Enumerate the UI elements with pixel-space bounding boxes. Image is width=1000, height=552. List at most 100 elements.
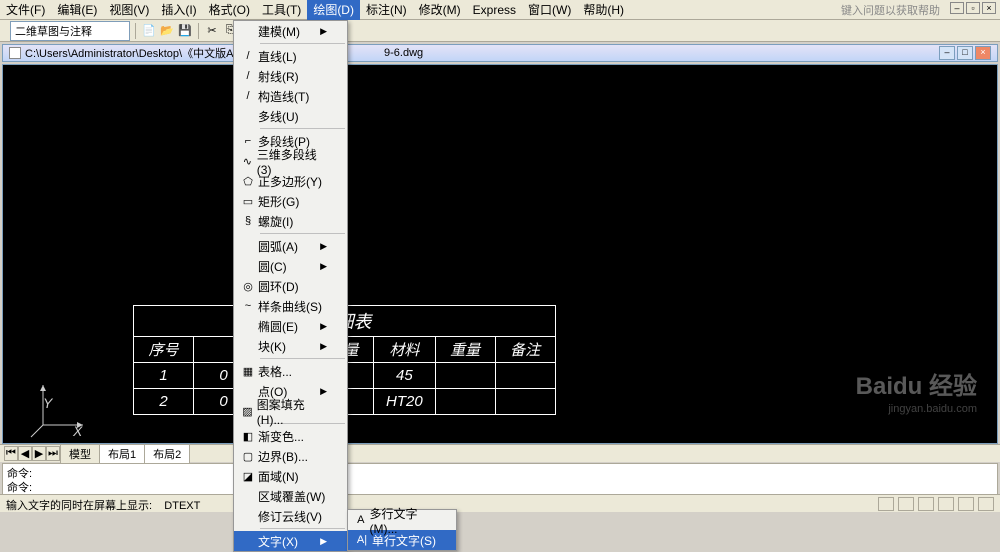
draw-menu-dropdown: 建模(M)▶/直线(L)/射线(R)/构造线(T)多线(U)⌐多段线(P)∿三维… bbox=[233, 20, 348, 552]
submenu-dtext[interactable]: A| 单行文字(S) bbox=[348, 530, 456, 550]
menu-file[interactable]: 文件(F) bbox=[0, 0, 51, 20]
draw-menu-item[interactable]: ◪面域(N) bbox=[234, 466, 347, 486]
menu-item-icon: / bbox=[238, 70, 258, 82]
draw-menu-item[interactable]: §螺旋(I) bbox=[234, 211, 347, 231]
doc-minimize-button[interactable]: – bbox=[939, 46, 955, 60]
submenu-arrow-icon: ▶ bbox=[320, 536, 327, 547]
menu-item-icon: § bbox=[238, 215, 258, 227]
window-controls: – ▫ × bbox=[950, 2, 996, 14]
menu-window[interactable]: 窗口(W) bbox=[522, 0, 577, 20]
doc-close-button[interactable]: × bbox=[975, 46, 991, 60]
draw-menu-item[interactable]: ◧渐变色... bbox=[234, 426, 347, 446]
menu-insert[interactable]: 插入(I) bbox=[155, 0, 202, 20]
menu-tools[interactable]: 工具(T) bbox=[256, 0, 307, 20]
status-toggles bbox=[878, 497, 994, 510]
draw-menu-item[interactable]: 椭圆(E)▶ bbox=[234, 316, 347, 336]
tab-layout1[interactable]: 布局1 bbox=[99, 444, 145, 464]
save-icon[interactable]: 💾 bbox=[177, 23, 193, 39]
watermark: Baidu 经验 bbox=[856, 366, 977, 401]
polar-toggle[interactable] bbox=[938, 497, 954, 511]
draw-menu-item[interactable]: ⬠正多边形(Y) bbox=[234, 171, 347, 191]
draw-menu-item[interactable]: /射线(R) bbox=[234, 66, 347, 86]
draw-menu-item[interactable]: ◎圆环(D) bbox=[234, 276, 347, 296]
menu-view[interactable]: 视图(V) bbox=[103, 0, 155, 20]
restore-button[interactable]: ▫ bbox=[966, 2, 980, 14]
tab-last-button[interactable]: ⏭ bbox=[46, 446, 60, 461]
document-path: C:\Users\Administrator\Desktop\《中文版AutoC… bbox=[25, 45, 264, 61]
document-titlebar: C:\Users\Administrator\Desktop\《中文版AutoC… bbox=[2, 44, 998, 62]
tab-first-button[interactable]: ⏮ bbox=[4, 446, 18, 461]
menu-edit[interactable]: 编辑(E) bbox=[51, 0, 103, 20]
draw-menu-item[interactable]: ▢边界(B)... bbox=[234, 446, 347, 466]
menu-item-icon: ▨ bbox=[238, 405, 257, 418]
menu-item-icon: / bbox=[238, 50, 258, 62]
cmd-line: 命令: bbox=[7, 465, 993, 479]
menu-item-icon: ∿ bbox=[238, 155, 257, 168]
mtext-icon: A bbox=[352, 514, 370, 526]
tab-prev-button[interactable]: ◀ bbox=[18, 446, 32, 461]
help-search[interactable]: 键入问题以获取帮助 bbox=[841, 2, 940, 18]
minimize-button[interactable]: – bbox=[950, 2, 964, 14]
menu-item-icon: ◧ bbox=[238, 430, 258, 443]
document-icon bbox=[9, 47, 21, 59]
menu-help[interactable]: 帮助(H) bbox=[577, 0, 630, 20]
tab-layout2[interactable]: 布局2 bbox=[144, 444, 190, 464]
close-button[interactable]: × bbox=[982, 2, 996, 14]
menu-dimension[interactable]: 标注(N) bbox=[360, 0, 413, 20]
menu-item-icon: ▢ bbox=[238, 450, 258, 463]
open-icon[interactable]: 📂 bbox=[159, 23, 175, 39]
otrack-toggle[interactable] bbox=[978, 497, 994, 511]
workspace-selector[interactable]: 二维草图与注释 bbox=[10, 21, 130, 41]
status-text: 输入文字的同时在屏幕上显示: DTEXT bbox=[6, 497, 200, 510]
tab-model[interactable]: 模型 bbox=[60, 444, 100, 464]
doc-maximize-button[interactable]: □ bbox=[957, 46, 973, 60]
draw-menu-item[interactable]: ▭矩形(G) bbox=[234, 191, 347, 211]
draw-menu-item[interactable]: 区域覆盖(W) bbox=[234, 486, 347, 506]
submenu-arrow-icon: ▶ bbox=[320, 321, 327, 332]
submenu-arrow-icon: ▶ bbox=[320, 26, 327, 37]
draw-menu-item[interactable]: ∿三维多段线(3) bbox=[234, 151, 347, 171]
draw-menu-item[interactable]: /构造线(T) bbox=[234, 86, 347, 106]
menu-item-icon: ~ bbox=[238, 300, 258, 312]
submenu-mtext[interactable]: A 多行文字(M)... bbox=[348, 510, 456, 530]
draw-menu-item[interactable]: 修订云线(V) bbox=[234, 506, 347, 526]
menu-item-icon: ◪ bbox=[238, 470, 258, 483]
draw-menu-item[interactable]: ▨图案填充(H)... bbox=[234, 401, 347, 421]
menu-item-icon: ◎ bbox=[238, 280, 258, 293]
menu-modify[interactable]: 修改(M) bbox=[413, 0, 467, 20]
osnap-toggle[interactable] bbox=[958, 497, 974, 511]
tab-next-button[interactable]: ▶ bbox=[32, 446, 46, 461]
document-filename: 9-6.dwg bbox=[384, 47, 423, 59]
menu-item-icon: / bbox=[238, 90, 258, 102]
draw-menu-item[interactable]: 圆弧(A)▶ bbox=[234, 236, 347, 256]
draw-menu-item[interactable]: 建模(M)▶ bbox=[234, 21, 347, 41]
menu-item-icon: ▭ bbox=[238, 195, 258, 208]
draw-menu-item[interactable]: 块(K)▶ bbox=[234, 336, 347, 356]
menu-express[interactable]: Express bbox=[467, 1, 522, 19]
ortho-toggle[interactable] bbox=[918, 497, 934, 511]
draw-menu-item[interactable]: ▦表格... bbox=[234, 361, 347, 381]
new-icon[interactable]: 📄 bbox=[141, 23, 157, 39]
submenu-arrow-icon: ▶ bbox=[320, 261, 327, 272]
draw-menu-item[interactable]: 文字(X)▶ bbox=[234, 531, 347, 551]
toolbar: 二维草图与注释 📄 📂 💾 ✂ ⎘ 📋 bbox=[0, 20, 1000, 42]
command-window[interactable]: 命令: 命令: bbox=[2, 463, 998, 495]
status-bar: 输入文字的同时在屏幕上显示: DTEXT bbox=[0, 494, 1000, 512]
menubar: 文件(F) 编辑(E) 视图(V) 插入(I) 格式(O) 工具(T) 绘图(D… bbox=[0, 0, 1000, 20]
watermark-sub: jingyan.baidu.com bbox=[888, 403, 977, 415]
grid-toggle[interactable] bbox=[898, 497, 914, 511]
draw-menu-item[interactable]: ~样条曲线(S) bbox=[234, 296, 347, 316]
menu-item-icon: ▦ bbox=[238, 365, 258, 378]
submenu-arrow-icon: ▶ bbox=[320, 241, 327, 252]
draw-menu-item[interactable]: /直线(L) bbox=[234, 46, 347, 66]
snap-toggle[interactable] bbox=[878, 497, 894, 511]
draw-menu-item[interactable]: 圆(C)▶ bbox=[234, 256, 347, 276]
draw-menu-item[interactable]: 多线(U) bbox=[234, 106, 347, 126]
menu-draw[interactable]: 绘图(D) bbox=[307, 0, 360, 20]
cmd-line: 命令: bbox=[7, 479, 993, 493]
layout-tabs: ⏮ ◀ ▶ ⏭ 模型 布局1 布局2 bbox=[0, 444, 1000, 462]
menu-format[interactable]: 格式(O) bbox=[203, 0, 256, 20]
cut-icon[interactable]: ✂ bbox=[204, 23, 220, 39]
dtext-icon: A| bbox=[352, 534, 372, 546]
drawing-canvas[interactable]: 明细表 序号 数量 材料重量 备注 10 轴1 45 20 轮1 HT20 Y … bbox=[2, 64, 998, 444]
